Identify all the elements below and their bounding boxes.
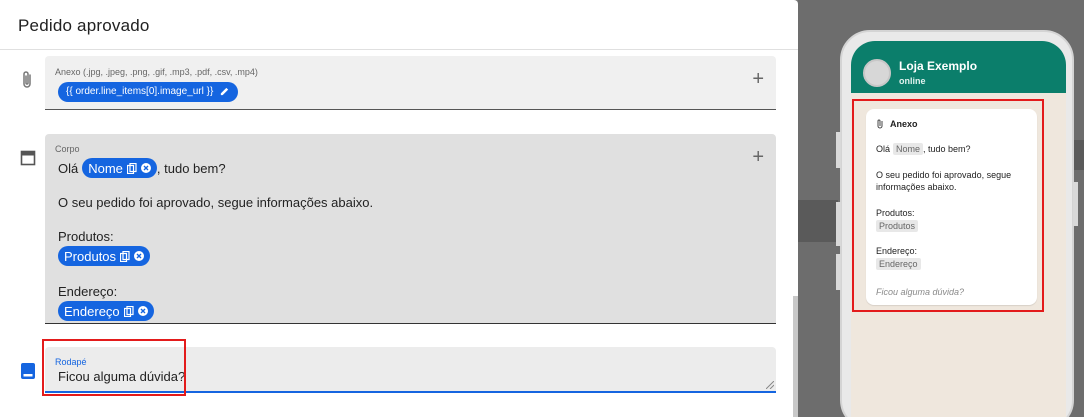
- footer-icon: [20, 362, 38, 380]
- remove-icon[interactable]: [140, 163, 151, 173]
- preview-highlight: [852, 99, 1044, 312]
- greeting-line: Olá Nome , tudo bem?: [58, 158, 226, 178]
- address-chip-label: Endereço: [64, 303, 120, 319]
- name-chip-label: Nome: [88, 160, 123, 176]
- footer-highlight: [42, 339, 186, 396]
- greeting-suffix: , tudo bem?: [156, 160, 226, 176]
- paperclip-icon: [20, 70, 38, 88]
- products-variable-chip[interactable]: Produtos: [58, 246, 151, 266]
- avatar: [863, 59, 891, 87]
- address-variable-chip[interactable]: Endereço: [58, 301, 154, 321]
- address-label: Endereço:: [58, 284, 118, 299]
- copy-icon[interactable]: [126, 162, 137, 174]
- body-field[interactable]: Corpo + Olá Nome , tudo bem? O seu pedid…: [45, 134, 776, 324]
- products-chip-label: Produtos: [64, 248, 117, 264]
- greeting-prefix: Olá: [58, 160, 79, 176]
- template-modal: Pedido aprovado Anexo (.jpg, .jpeg, .png…: [0, 0, 798, 417]
- resize-handle-icon[interactable]: [766, 381, 774, 389]
- copy-icon[interactable]: [123, 305, 134, 317]
- body-label: Corpo: [55, 144, 80, 154]
- name-variable-chip[interactable]: Nome: [82, 158, 157, 178]
- contact-status: online: [899, 76, 926, 86]
- body-icon: [20, 150, 38, 168]
- copy-icon[interactable]: [120, 250, 130, 262]
- phone-side-button: [1073, 182, 1078, 226]
- scrollbar[interactable]: [793, 296, 798, 417]
- add-body-button[interactable]: +: [752, 146, 764, 169]
- modal-header: Pedido aprovado: [0, 0, 798, 50]
- remove-icon[interactable]: [134, 251, 145, 261]
- chat-header: Loja Exemplo online: [851, 41, 1066, 93]
- phone-side-button: [836, 254, 841, 290]
- attachment-field[interactable]: Anexo (.jpg, .jpeg, .png, .gif, .mp3, .p…: [45, 56, 776, 110]
- add-attachment-button[interactable]: +: [752, 68, 764, 91]
- attachment-variable-text: {{ order.line_items[0].image_url }}: [66, 86, 214, 97]
- phone-side-button: [836, 132, 841, 168]
- pencil-icon[interactable]: [219, 86, 230, 97]
- products-label: Produtos:: [58, 229, 114, 244]
- phone-side-button: [836, 202, 841, 246]
- attachment-variable-chip[interactable]: {{ order.line_items[0].image_url }}: [58, 81, 239, 102]
- body-message: O seu pedido foi aprovado, segue informa…: [58, 195, 374, 210]
- remove-icon[interactable]: [137, 306, 148, 316]
- contact-name: Loja Exemplo: [899, 59, 978, 73]
- backdrop-shape: [798, 200, 838, 242]
- attachment-label: Anexo (.jpg, .jpeg, .png, .gif, .mp3, .p…: [55, 67, 258, 77]
- modal-title: Pedido aprovado: [18, 16, 150, 35]
